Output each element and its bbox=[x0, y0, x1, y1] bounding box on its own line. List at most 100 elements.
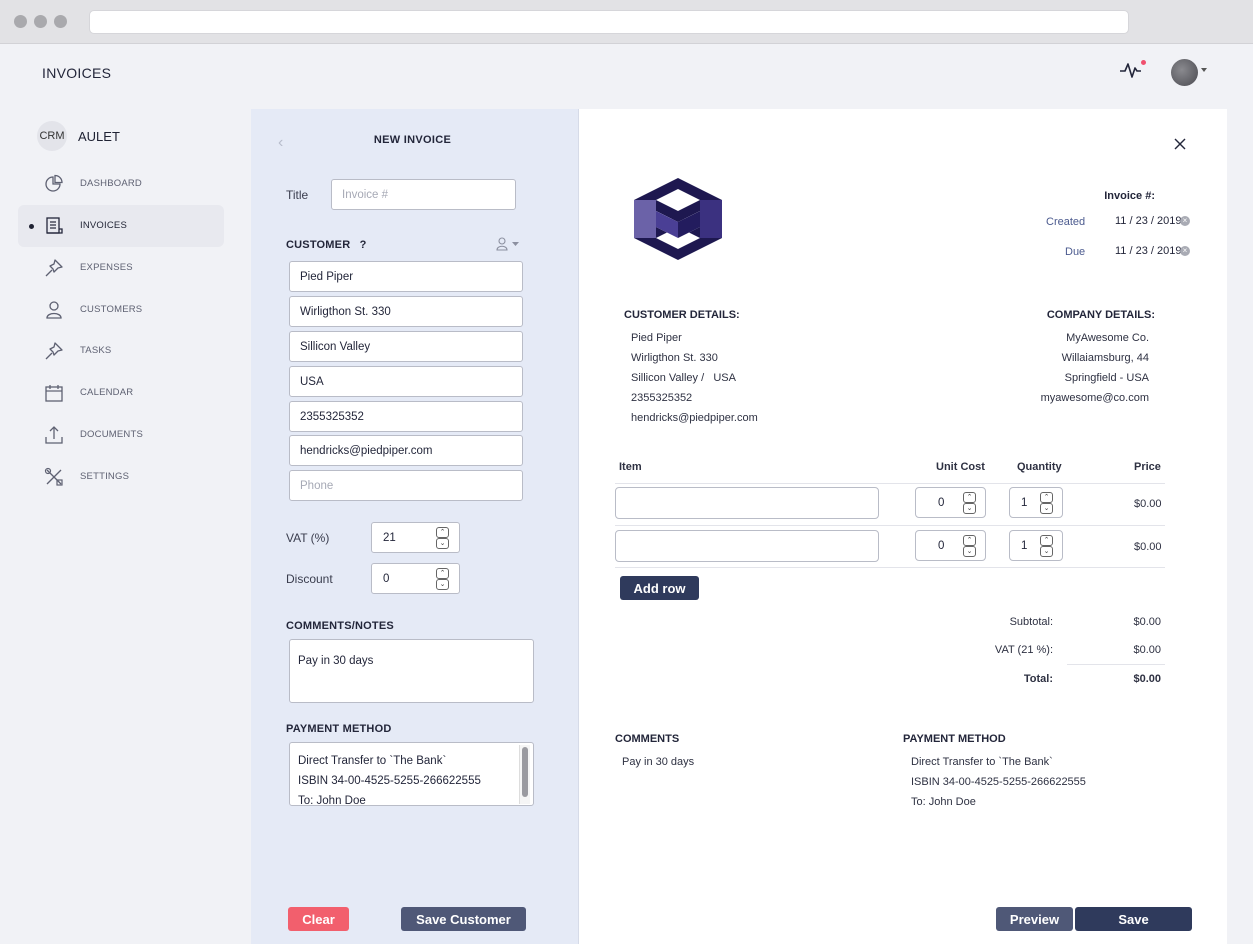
vat-total-label: VAT (21 %): bbox=[994, 644, 1053, 656]
company-detail-line: myawesome@co.com bbox=[1040, 392, 1149, 404]
chevron-up-icon[interactable]: ⌃ bbox=[1040, 492, 1053, 503]
quantity-spin-buttons[interactable]: ⌃ ⌄ bbox=[1040, 492, 1053, 514]
scrollbar[interactable] bbox=[519, 745, 530, 804]
quantity-spin-buttons[interactable]: ⌃ ⌄ bbox=[1040, 535, 1053, 557]
chevron-up-icon[interactable]: ⌃ bbox=[436, 527, 449, 538]
discount-value: 0 bbox=[383, 572, 390, 585]
page-title: INVOICES bbox=[42, 65, 112, 81]
customer-name-field[interactable]: Pied Piper bbox=[289, 261, 523, 292]
sidebar-item-label: CALENDAR bbox=[80, 387, 134, 398]
window-maximize-dot[interactable] bbox=[54, 15, 67, 28]
chevron-down-icon[interactable]: ⌄ bbox=[436, 538, 449, 549]
window-minimize-dot[interactable] bbox=[34, 15, 47, 28]
quantity-value: 1 bbox=[1021, 497, 1028, 509]
unit-cost-value: 0 bbox=[938, 497, 945, 509]
chevron-down-icon[interactable]: ⌄ bbox=[436, 579, 449, 590]
help-icon[interactable]: ? bbox=[360, 239, 367, 251]
chevron-down-icon[interactable]: ⌄ bbox=[963, 503, 976, 514]
customer-number-field[interactable]: 2355325352 bbox=[289, 401, 523, 432]
company-logo bbox=[634, 178, 722, 260]
chevron-up-icon[interactable]: ⌃ bbox=[1040, 535, 1053, 546]
vat-stepper[interactable]: 21 ⌃ ⌄ bbox=[371, 522, 460, 553]
chevron-down-icon[interactable]: ⌄ bbox=[1040, 503, 1053, 514]
user-select-icon[interactable] bbox=[496, 237, 522, 251]
invoice-number-label: Invoice #: bbox=[1104, 190, 1155, 202]
sidebar-item-expenses[interactable]: EXPENSES bbox=[18, 247, 224, 289]
save-customer-button[interactable]: Save Customer bbox=[401, 907, 526, 931]
clear-date-icon[interactable]: × bbox=[1180, 216, 1190, 226]
scrollbar-thumb[interactable] bbox=[522, 747, 528, 797]
sidebar-item-label: SETTINGS bbox=[80, 471, 130, 482]
created-date[interactable]: 11 / 23 / 2019 bbox=[1115, 215, 1181, 227]
chevron-up-icon[interactable]: ⌃ bbox=[963, 492, 976, 503]
payment-textarea[interactable]: Direct Transfer to `The Bank` ISBIN 34-0… bbox=[289, 742, 534, 806]
customer-country-field[interactable]: USA bbox=[289, 366, 523, 397]
discount-spin-buttons[interactable]: ⌃ ⌄ bbox=[436, 568, 449, 590]
customer-detail-line: Pied Piper bbox=[631, 332, 682, 344]
invoice-preview: Invoice #: Created 11 / 23 / 2019 × Due … bbox=[579, 109, 1227, 944]
sidebar-item-label: INVOICES bbox=[80, 220, 127, 231]
address-bar[interactable] bbox=[89, 10, 1129, 34]
chevron-up-icon[interactable]: ⌃ bbox=[963, 535, 976, 546]
avatar[interactable] bbox=[1171, 59, 1198, 86]
table-divider bbox=[615, 525, 1165, 526]
vat-total-value: $0.00 bbox=[1133, 644, 1161, 656]
totals-divider bbox=[1067, 664, 1165, 665]
invoice-title-input[interactable]: Invoice # bbox=[331, 179, 516, 210]
unit-cost-stepper[interactable]: 0 ⌃ ⌄ bbox=[915, 530, 986, 561]
save-button[interactable]: Save bbox=[1075, 907, 1192, 931]
chevron-down-icon[interactable] bbox=[1201, 68, 1207, 72]
customer-city-field[interactable]: Sillicon Valley bbox=[289, 331, 523, 362]
customer-street-field[interactable]: Wirligthon St. 330 bbox=[289, 296, 523, 327]
comments-textarea[interactable]: Pay in 30 days bbox=[289, 639, 534, 703]
unit-cost-spin-buttons[interactable]: ⌃ ⌄ bbox=[963, 535, 976, 557]
sidebar-item-invoices[interactable]: INVOICES bbox=[18, 205, 224, 247]
company-detail-line: Willaiamsburg, 44 bbox=[1061, 352, 1149, 364]
vat-spin-buttons[interactable]: ⌃ ⌄ bbox=[436, 527, 449, 549]
chevron-up-icon[interactable]: ⌃ bbox=[436, 568, 449, 579]
total-value: $0.00 bbox=[1133, 673, 1161, 685]
quantity-value: 1 bbox=[1021, 540, 1028, 552]
due-date[interactable]: 11 / 23 / 2019 bbox=[1115, 245, 1181, 257]
active-indicator bbox=[29, 224, 34, 229]
payment-line: Direct Transfer to `The Bank` bbox=[298, 755, 447, 767]
sidebar-item-settings[interactable]: SETTINGS bbox=[18, 456, 224, 498]
unit-cost-value: 0 bbox=[938, 540, 945, 552]
quantity-stepper[interactable]: 1 ⌃ ⌄ bbox=[1009, 487, 1063, 518]
pie-chart-icon bbox=[45, 174, 63, 192]
quantity-stepper[interactable]: 1 ⌃ ⌄ bbox=[1009, 530, 1063, 561]
item-input[interactable] bbox=[615, 530, 879, 562]
add-row-button[interactable]: Add row bbox=[620, 576, 699, 600]
close-icon[interactable] bbox=[1173, 137, 1187, 151]
window-close-dot[interactable] bbox=[14, 15, 27, 28]
customer-phone-field[interactable]: Phone bbox=[289, 470, 523, 501]
customer-detail-line: 2355325352 bbox=[631, 392, 693, 404]
preview-button[interactable]: Preview bbox=[996, 907, 1073, 931]
company-detail-line: Springfield - USA bbox=[1064, 372, 1149, 384]
chevron-down-icon[interactable]: ⌄ bbox=[1040, 546, 1053, 557]
payment-line: To: John Doe bbox=[911, 796, 976, 808]
sidebar-item-tasks[interactable]: TASKS bbox=[18, 330, 224, 372]
customer-heading: CUSTOMER ? bbox=[286, 239, 367, 251]
sidebar-item-customers[interactable]: CUSTOMERS bbox=[18, 289, 224, 331]
sidebar-item-dashboard[interactable]: DASHBOARD bbox=[18, 163, 224, 205]
sidebar-item-documents[interactable]: DOCUMENTS bbox=[18, 414, 224, 456]
sidebar-item-label: CUSTOMERS bbox=[80, 304, 143, 315]
sidebar-item-calendar[interactable]: CALENDAR bbox=[18, 372, 224, 414]
comments-heading: COMMENTS/NOTES bbox=[286, 620, 394, 632]
chevron-down-icon[interactable]: ⌄ bbox=[963, 546, 976, 557]
discount-stepper[interactable]: 0 ⌃ ⌄ bbox=[371, 563, 460, 594]
company-details-heading: COMPANY DETAILS: bbox=[1046, 309, 1155, 321]
customer-detail-line: Sillicon Valley / USA bbox=[631, 372, 736, 384]
clear-date-icon[interactable]: × bbox=[1180, 246, 1190, 256]
column-header-price: Price bbox=[1134, 461, 1161, 473]
customer-email-field[interactable]: hendricks@piedpiper.com bbox=[289, 435, 523, 466]
clear-button[interactable]: Clear bbox=[288, 907, 349, 931]
pin-icon bbox=[45, 259, 63, 277]
unit-cost-spin-buttons[interactable]: ⌃ ⌄ bbox=[963, 492, 976, 514]
user-icon bbox=[46, 301, 62, 319]
subtotal-label: Subtotal: bbox=[1009, 616, 1053, 628]
unit-cost-stepper[interactable]: 0 ⌃ ⌄ bbox=[915, 487, 986, 518]
item-input[interactable] bbox=[615, 487, 879, 519]
due-label: Due bbox=[1065, 246, 1086, 258]
